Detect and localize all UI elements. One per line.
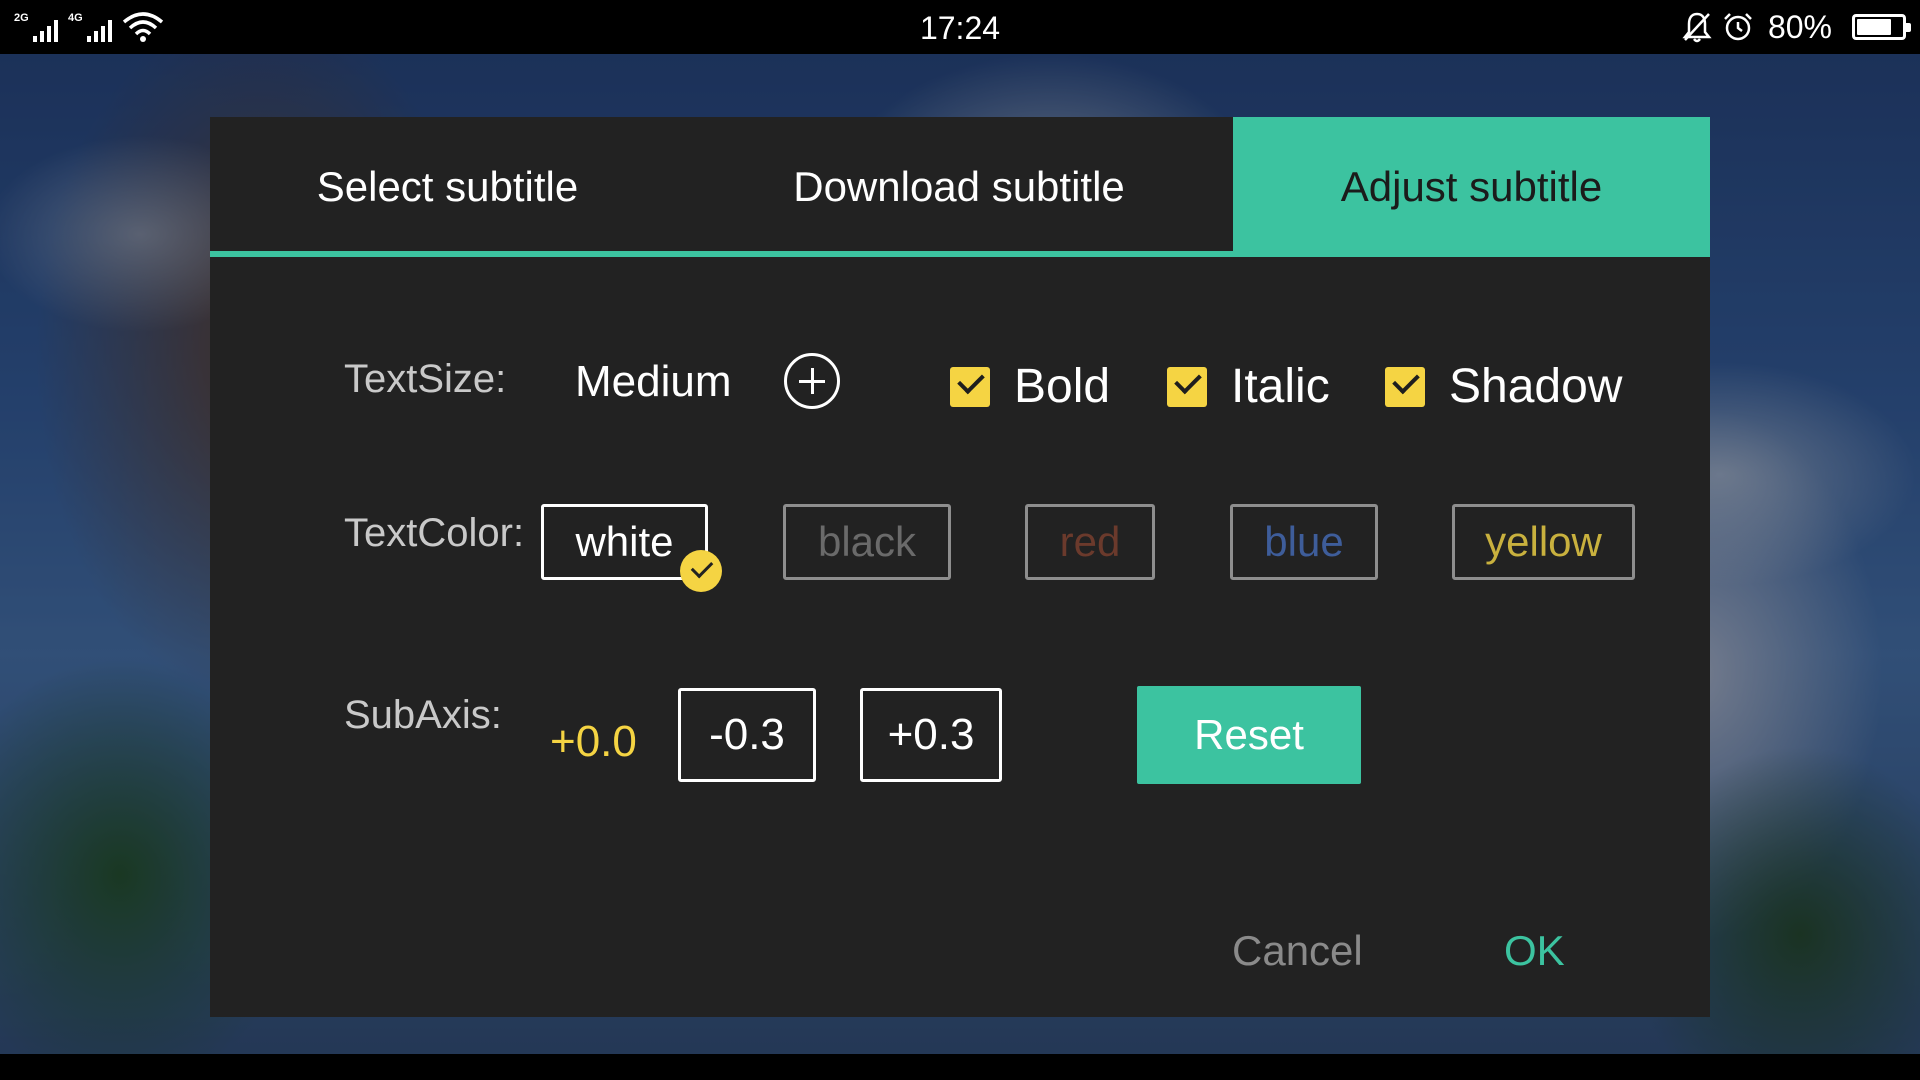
italic-label: Italic — [1231, 360, 1330, 413]
status-bar: 2G 4G 17:24 80% — [0, 0, 1920, 54]
increase-size-button[interactable] — [784, 353, 840, 409]
battery-percent: 80% — [1767, 8, 1832, 45]
tab-bar: Select subtitle Download subtitle Adjust… — [210, 117, 1710, 257]
checkbox-checked-icon — [950, 366, 990, 407]
text-color-label: TextColor: — [344, 511, 525, 555]
tab-adjust-subtitle[interactable]: Adjust subtitle — [1233, 117, 1710, 257]
clock: 17:24 — [919, 10, 1001, 46]
color-option-red[interactable]: red — [1025, 504, 1155, 580]
bell-muted-icon — [1682, 12, 1712, 43]
checkbox-checked-icon — [1385, 366, 1425, 407]
tab-underline — [210, 251, 1233, 257]
color-option-black[interactable]: black — [783, 504, 951, 580]
ok-button[interactable]: OK — [1504, 927, 1565, 975]
bottom-black-bar — [0, 1054, 1920, 1080]
alarm-icon — [1724, 13, 1752, 41]
battery-icon — [1852, 14, 1911, 40]
text-size-label: TextSize: — [344, 357, 507, 401]
selected-check-icon — [680, 550, 722, 592]
text-size-value: Medium — [575, 357, 732, 406]
bold-label: Bold — [1014, 360, 1111, 413]
cancel-button[interactable]: Cancel — [1232, 927, 1363, 975]
tab-select-subtitle[interactable]: Select subtitle — [210, 117, 685, 257]
tab-download-subtitle[interactable]: Download subtitle — [685, 117, 1233, 257]
color-option-blue[interactable]: blue — [1230, 504, 1378, 580]
shadow-checkbox[interactable]: Shadow — [1385, 359, 1622, 414]
status-right: 80% — [1682, 8, 1911, 46]
adjust-subtitle-dialog: Select subtitle Download subtitle Adjust… — [210, 117, 1710, 1017]
sub-axis-increase-button[interactable]: +0.3 — [860, 688, 1002, 782]
sub-axis-label: SubAxis: — [344, 693, 502, 737]
bold-checkbox[interactable]: Bold — [950, 359, 1110, 414]
sub-axis-decrease-button[interactable]: -0.3 — [678, 688, 816, 782]
shadow-label: Shadow — [1449, 360, 1623, 413]
battery-fill — [1857, 19, 1892, 35]
sub-axis-value: +0.0 — [550, 717, 637, 766]
color-option-yellow[interactable]: yellow — [1452, 504, 1635, 580]
reset-button[interactable]: Reset — [1137, 686, 1361, 784]
italic-checkbox[interactable]: Italic — [1167, 359, 1330, 414]
checkbox-checked-icon — [1167, 366, 1207, 407]
